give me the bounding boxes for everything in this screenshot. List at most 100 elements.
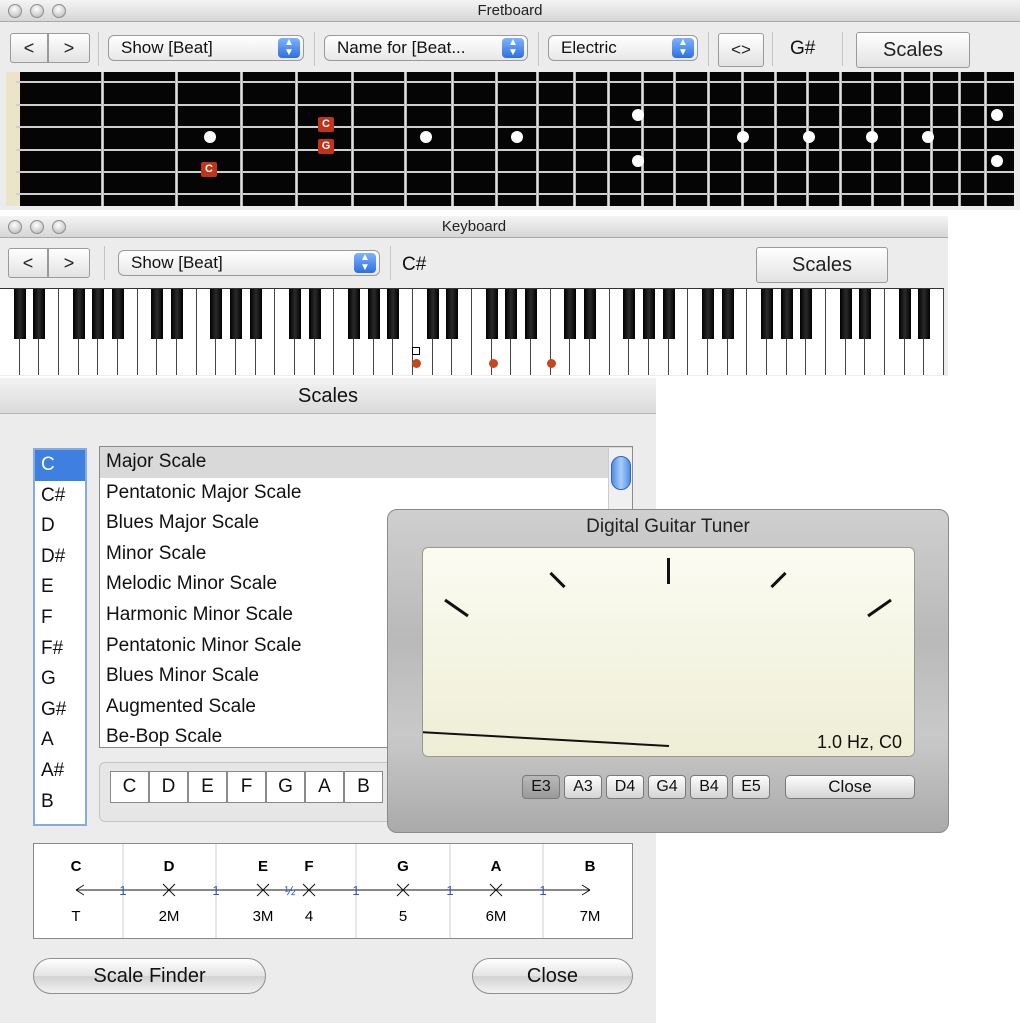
root-note-item[interactable]: A <box>35 725 85 756</box>
black-key[interactable] <box>662 289 675 339</box>
minimize-window-button[interactable] <box>30 4 44 18</box>
black-key[interactable] <box>33 289 46 339</box>
tuner-string-button[interactable]: G4 <box>648 775 686 799</box>
black-key[interactable] <box>289 289 301 339</box>
scale-note-button[interactable]: G <box>266 771 305 803</box>
swap-button[interactable]: <> <box>718 33 764 67</box>
keyboard-forward-button[interactable]: > <box>48 248 90 278</box>
interval-step-label: 1 <box>352 883 359 898</box>
chevron-right-icon: > <box>63 38 75 58</box>
tuner-close-button[interactable]: Close <box>785 775 915 799</box>
black-key[interactable] <box>702 289 714 339</box>
root-note-item[interactable]: G# <box>35 695 85 726</box>
tuner-title: Digital Guitar Tuner <box>586 516 750 537</box>
black-key[interactable] <box>780 289 793 339</box>
close-window-button[interactable] <box>8 220 22 234</box>
black-key[interactable] <box>308 289 321 339</box>
toolbar-divider <box>104 246 105 280</box>
scale-note-button[interactable]: E <box>188 771 227 803</box>
black-key[interactable] <box>13 289 26 339</box>
name-select[interactable]: Name for [Beat... ▲ ▼ <box>324 35 528 61</box>
tuner-string-button[interactable]: B4 <box>690 775 728 799</box>
scale-finder-button[interactable]: Scale Finder <box>33 958 266 994</box>
scale-note-button[interactable]: F <box>227 771 266 803</box>
scale-type-item[interactable]: Pentatonic Major Scale <box>100 478 632 509</box>
black-key[interactable] <box>446 289 459 339</box>
scales-close-button[interactable]: Close <box>472 958 633 994</box>
keyboard-back-button[interactable]: < <box>8 248 48 278</box>
black-key[interactable] <box>92 289 105 339</box>
keyboard-scales-button[interactable]: Scales <box>756 247 888 283</box>
close-window-button[interactable] <box>8 4 22 18</box>
fret-note[interactable]: G <box>318 139 334 154</box>
black-key[interactable] <box>721 289 734 339</box>
root-note-item[interactable]: G <box>35 664 85 695</box>
black-key[interactable] <box>800 289 813 339</box>
black-key[interactable] <box>839 289 852 339</box>
fretboard-scales-button[interactable]: Scales <box>856 32 970 68</box>
black-key[interactable] <box>485 289 498 339</box>
black-key[interactable] <box>249 289 262 339</box>
fret-note[interactable]: C <box>318 117 334 132</box>
scale-note-button[interactable]: A <box>305 771 344 803</box>
zoom-window-button[interactable] <box>52 220 66 234</box>
root-note-item[interactable]: F# <box>35 634 85 665</box>
root-note-item[interactable]: D# <box>35 542 85 573</box>
black-key[interactable] <box>151 289 164 339</box>
scrollbar-thumb[interactable] <box>611 456 631 490</box>
black-key[interactable] <box>426 289 439 339</box>
black-key[interactable] <box>505 289 518 339</box>
scales-titlebar[interactable]: Scales <box>0 378 656 414</box>
forward-button[interactable]: > <box>48 33 90 63</box>
root-note-item[interactable]: C# <box>35 481 85 512</box>
keyboard-show-select[interactable]: Show [Beat] ▲ ▼ <box>118 250 380 276</box>
guitar-type-value: Electric <box>561 38 617 57</box>
back-button[interactable]: < <box>10 33 48 63</box>
black-key[interactable] <box>859 289 872 339</box>
root-note-item[interactable]: C <box>35 450 85 481</box>
tuner-string-button[interactable]: E5 <box>732 775 770 799</box>
guitar-type-select[interactable]: Electric ▲ ▼ <box>548 35 698 61</box>
black-key[interactable] <box>387 289 400 339</box>
zoom-window-button[interactable] <box>52 4 66 18</box>
black-key[interactable] <box>210 289 223 339</box>
black-key[interactable] <box>525 289 537 339</box>
black-key[interactable] <box>171 289 183 339</box>
scale-note-button[interactable]: B <box>344 771 383 803</box>
scale-type-item[interactable]: Major Scale <box>100 447 632 478</box>
updown-arrows-icon: ▲ ▼ <box>502 38 524 58</box>
root-note-item[interactable]: E <box>35 572 85 603</box>
black-key[interactable] <box>898 289 911 339</box>
interval-diagram-graphic: C T D 2M E 3M F 4 G 5 A 6M B 7M 1 1 ½ 1 1 1 <box>71 844 600 938</box>
black-key[interactable] <box>623 289 636 339</box>
black-key[interactable] <box>761 289 773 339</box>
black-key[interactable] <box>348 289 360 339</box>
black-key[interactable] <box>230 289 242 339</box>
black-key[interactable] <box>643 289 655 339</box>
root-note-list[interactable]: C C# D D# E F F# G G# A A# B <box>33 448 87 826</box>
root-note-item[interactable]: D <box>35 511 85 542</box>
piano-keyboard[interactable] <box>0 288 944 375</box>
black-key[interactable] <box>72 289 85 339</box>
fretboard-titlebar[interactable]: Fretboard <box>0 0 1020 22</box>
black-key[interactable] <box>564 289 577 339</box>
fretboard-neck[interactable]: C G C <box>6 72 1014 206</box>
black-key[interactable] <box>112 289 124 339</box>
root-note-item[interactable]: B <box>35 787 85 818</box>
root-note-item[interactable]: A# <box>35 756 85 787</box>
black-key[interactable] <box>918 289 931 339</box>
root-note-item[interactable]: F <box>35 603 85 634</box>
black-key[interactable] <box>584 289 596 339</box>
digital-guitar-tuner: Digital Guitar Tuner 1.0 Hz, C0 E3 A3 D4 G4… <box>387 509 949 833</box>
minimize-window-button[interactable] <box>30 220 44 234</box>
tuner-string-button[interactable]: E3 <box>522 775 560 799</box>
show-select[interactable]: Show [Beat] ▲ ▼ <box>108 35 304 61</box>
scale-note-button[interactable]: C <box>110 771 149 803</box>
fretboard-scales-label: Scales <box>882 39 944 61</box>
fret-note[interactable]: C <box>201 162 217 177</box>
keyboard-titlebar[interactable]: Keyboard <box>0 216 948 238</box>
scale-note-button[interactable]: D <box>149 771 188 803</box>
tuner-string-button[interactable]: D4 <box>606 775 644 799</box>
black-key[interactable] <box>367 289 380 339</box>
tuner-string-button[interactable]: A3 <box>564 775 602 799</box>
